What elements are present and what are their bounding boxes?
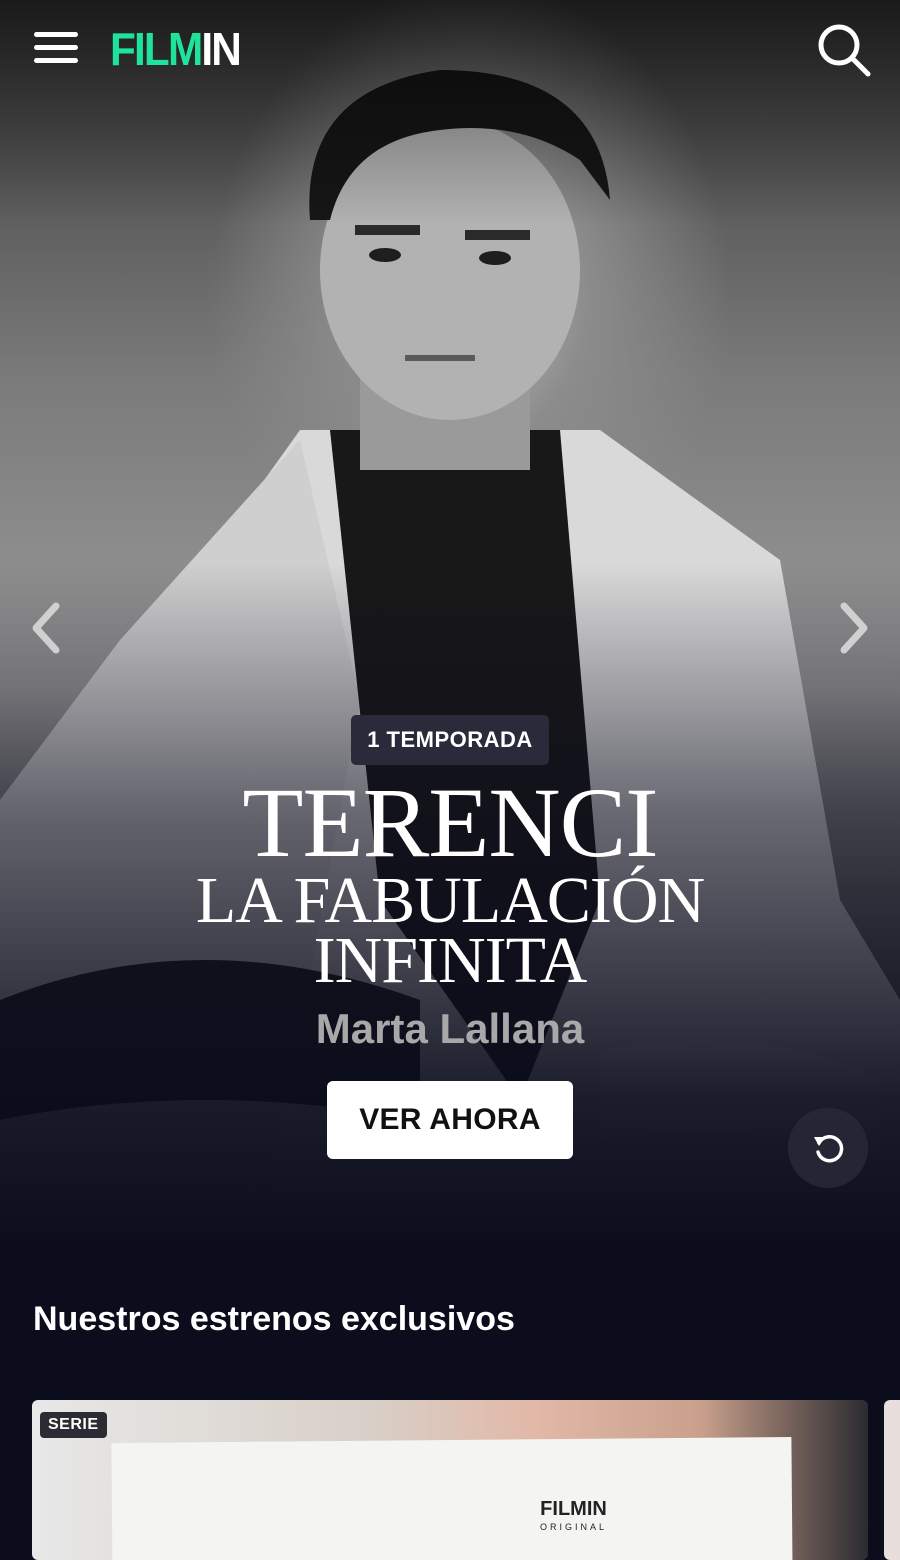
search-icon[interactable] [816, 22, 872, 78]
chevron-right-icon[interactable] [834, 600, 874, 656]
section-title: Nuestros estrenos exclusivos [33, 1300, 515, 1338]
watch-now-button[interactable]: VER AHORA [327, 1081, 573, 1159]
card-filmin-original-logo: FILMIN ORIGINAL [540, 1498, 608, 1536]
card-logo-text: FILMIN [540, 1498, 607, 1520]
hero-info: 1 TEMPORADA TERENCI LA FABULACIÓN INFINI… [0, 715, 900, 1159]
hamburger-icon[interactable] [34, 32, 78, 68]
card-logo-sub: ORIGINAL [540, 1522, 608, 1532]
logo-in: IN [201, 23, 241, 75]
menu-line [34, 45, 78, 50]
menu-line [34, 32, 78, 37]
hero-title-line3: INFINITA [313, 924, 588, 997]
next-card-peek[interactable] [884, 1400, 900, 1560]
hero-title: TERENCI [242, 767, 658, 878]
logo-film: FILM [110, 23, 203, 75]
hero-director: Marta Lallana [315, 1005, 585, 1052]
hero-title-line2: LA FABULACIÓN [195, 864, 705, 937]
menu-line [34, 58, 78, 63]
content-card[interactable]: SERIE FILMIN ORIGINAL [32, 1400, 868, 1560]
seasons-badge: 1 TEMPORADA [351, 715, 549, 765]
card-type-badge: SERIE [40, 1412, 107, 1438]
replay-icon[interactable] [788, 1108, 868, 1188]
filmin-logo[interactable]: FILMIN [110, 23, 242, 75]
chevron-left-icon[interactable] [26, 600, 66, 656]
top-bar: FILMIN [0, 0, 900, 100]
